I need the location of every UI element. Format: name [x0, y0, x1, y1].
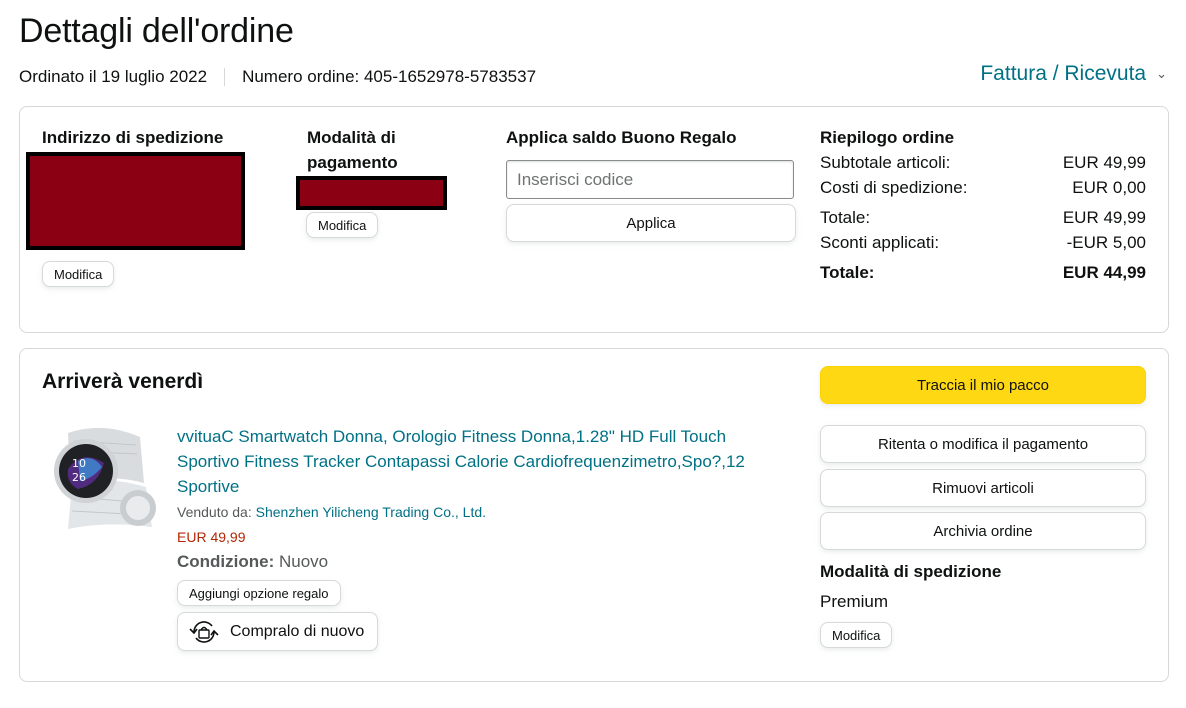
buy-again-button[interactable]: Compralo di nuovo [177, 612, 379, 651]
chevron-down-icon[interactable]: ⌄ [1156, 66, 1167, 82]
order-number: Numero ordine: 405-1652978-5783537 [242, 67, 537, 86]
condition-label: Condizione: [177, 552, 275, 571]
shipping-address-title: Indirizzo di spedizione [42, 128, 224, 147]
summary-row-shipping: Costi di spedizione: EUR 0,00 [820, 178, 1146, 197]
condition-value: Nuovo [279, 552, 329, 571]
invoice-dropdown[interactable]: Fattura / Ricevuta ⌄ [980, 62, 1167, 86]
buy-again-label[interactable]: Compralo di nuovo [230, 623, 364, 641]
order-info-card: Indirizzo di spedizione Modifica Modalit… [19, 106, 1169, 333]
seller-link[interactable]: Shenzhen Yilicheng Trading Co., Ltd. [256, 504, 486, 520]
product-title-link[interactable]: vvituaC Smartwatch Donna, Orologio Fitne… [177, 424, 777, 499]
edit-address-button[interactable]: Modifica [42, 261, 115, 287]
svg-text:26: 26 [72, 471, 86, 484]
product-condition: Condizione: Nuovo [177, 552, 328, 572]
shipping-method-value: Premium [820, 592, 889, 611]
payment-method-title: Modalità di pagamento [307, 128, 398, 172]
retry-payment-button[interactable]: Ritenta o modifica il pagamento [820, 425, 1146, 463]
gift-code-input[interactable] [506, 160, 794, 199]
svg-text:10: 10 [72, 457, 86, 470]
page-title: Dettagli dell'ordine [19, 12, 294, 50]
invoice-label[interactable]: Fattura / Ricevuta [980, 62, 1146, 86]
summary-row-discount: Sconti applicati: -EUR 5,00 [820, 233, 1146, 252]
redacted-payment [296, 176, 447, 210]
summary-row-total: Totale: EUR 49,99 [820, 208, 1146, 227]
product-price: EUR 49,99 [177, 529, 246, 545]
sold-by-label: Venduto da: [177, 504, 252, 520]
track-package-button[interactable]: Traccia il mio pacco [820, 366, 1146, 404]
apply-button[interactable]: Applica [506, 204, 796, 242]
redacted-address [26, 152, 245, 250]
product-image[interactable]: 10 26 [48, 423, 163, 538]
shipping-method-title: Modalità di spedizione [820, 562, 1002, 581]
order-meta: Ordinato il 19 luglio 2022 Numero ordine… [19, 67, 536, 87]
meta-divider [224, 68, 226, 86]
seller-line: Venduto da: Shenzhen Yilicheng Trading C… [177, 504, 486, 520]
arrival-heading: Arriverà venerdì [42, 370, 204, 393]
shipment-card: Arriverà venerdì 10 26 vvituaC Smartwatc… [19, 348, 1169, 682]
summary-row-subtotal: Subtotale articoli: EUR 49,99 [820, 153, 1146, 172]
order-date: Ordinato il 19 luglio 2022 [19, 67, 208, 86]
edit-payment-button[interactable]: Modifica [306, 212, 379, 238]
archive-order-button[interactable]: Archivia ordine [820, 512, 1146, 550]
add-gift-option-button[interactable]: Aggiungi opzione regalo [177, 580, 341, 606]
order-summary: Riepilogo ordine Subtotale articoli: EUR … [820, 125, 1146, 285]
summary-title: Riepilogo ordine [820, 128, 955, 147]
edit-shipping-method-button[interactable]: Modifica [820, 622, 893, 648]
buy-again-icon [189, 620, 219, 643]
gift-card-title: Applica saldo Buono Regalo [506, 128, 737, 147]
summary-row-grand-total: Totale: EUR 44,99 [820, 263, 1146, 282]
remove-items-button[interactable]: Rimuovi articoli [820, 469, 1146, 507]
